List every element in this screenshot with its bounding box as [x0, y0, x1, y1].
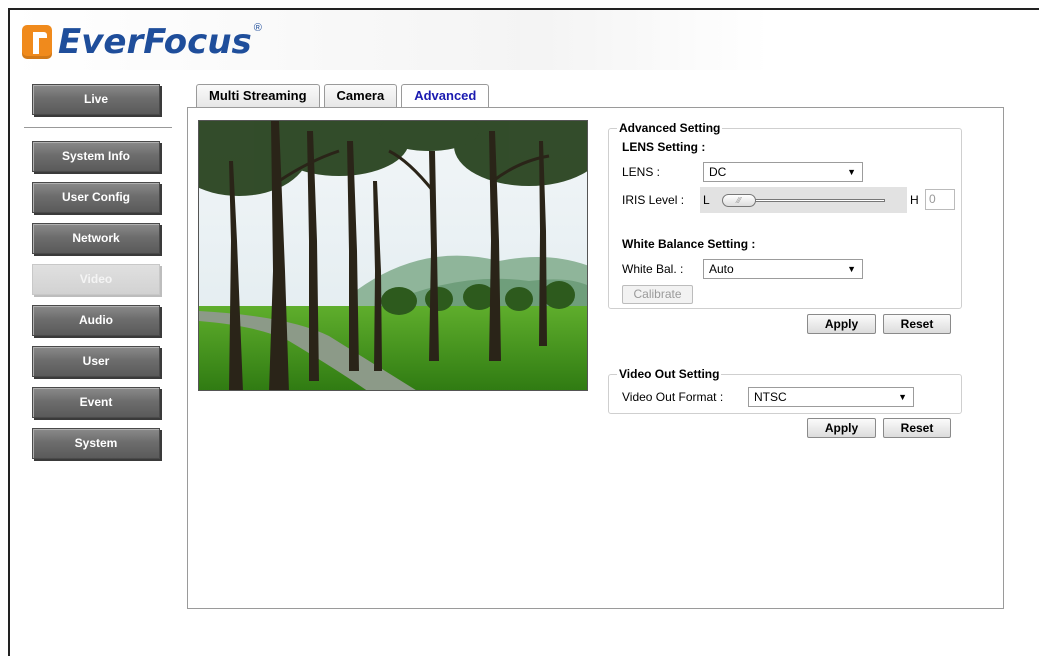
chevron-down-icon: ▼: [847, 264, 856, 274]
iris-level-label: IRIS Level :: [622, 193, 685, 207]
white-balance-select-value: Auto: [709, 262, 734, 276]
brand-name: EverFocus: [58, 22, 252, 62]
settings-tabs: Multi Streaming Camera Advanced: [196, 84, 493, 109]
advanced-apply-button[interactable]: Apply: [807, 314, 876, 334]
sidebar-divider: [24, 127, 172, 128]
lens-select[interactable]: DC ▼: [703, 162, 863, 182]
lens-setting-title: LENS Setting :: [622, 140, 706, 154]
everfocus-logo-icon: [22, 25, 52, 59]
sidebar-item-system-info[interactable]: System Info: [32, 141, 160, 172]
chevron-down-icon: ▼: [898, 392, 907, 402]
video-out-format-label: Video Out Format :: [622, 390, 724, 404]
calibrate-button[interactable]: Calibrate: [622, 285, 693, 304]
advanced-setting-legend: Advanced Setting: [619, 121, 721, 135]
sidebar-item-network[interactable]: Network: [32, 223, 160, 254]
sidebar-item-user[interactable]: User: [32, 346, 160, 377]
sidebar-item-system[interactable]: System: [32, 428, 160, 459]
video-preview: [198, 120, 588, 391]
iris-low-label: L: [703, 193, 710, 207]
tab-camera[interactable]: Camera: [323, 84, 398, 108]
white-balance-label: White Bal. :: [622, 262, 684, 276]
video-out-reset-button[interactable]: Reset: [883, 418, 951, 438]
video-out-setting-legend: Video Out Setting: [619, 367, 720, 381]
brand-logo: EverFocus ®: [22, 22, 262, 62]
tab-multi-streaming[interactable]: Multi Streaming: [196, 84, 320, 108]
white-balance-title: White Balance Setting :: [622, 237, 756, 251]
tab-advanced[interactable]: Advanced: [401, 84, 490, 109]
registered-mark: ®: [253, 22, 262, 34]
sidebar-item-audio[interactable]: Audio: [32, 305, 160, 336]
advanced-reset-button[interactable]: Reset: [883, 314, 951, 334]
iris-level-input[interactable]: 0: [925, 189, 955, 210]
iris-slider-handle[interactable]: ⁄⁄⁄: [722, 194, 756, 207]
sidebar-item-live[interactable]: Live: [32, 84, 160, 115]
lens-label: LENS :: [622, 165, 661, 179]
white-balance-select[interactable]: Auto ▼: [703, 259, 863, 279]
video-out-apply-button[interactable]: Apply: [807, 418, 876, 438]
iris-slider-track[interactable]: [740, 199, 885, 202]
video-out-format-select[interactable]: NTSC ▼: [748, 387, 914, 407]
sidebar-item-video[interactable]: Video: [32, 264, 160, 295]
video-preview-image: [199, 121, 587, 390]
iris-high-label: H: [910, 193, 919, 207]
chevron-down-icon: ▼: [847, 167, 856, 177]
sidebar-item-event[interactable]: Event: [32, 387, 160, 418]
header: EverFocus ®: [10, 10, 770, 70]
iris-slider-area: L ⁄⁄⁄: [700, 187, 907, 213]
video-out-format-value: NTSC: [754, 390, 787, 404]
lens-select-value: DC: [709, 165, 727, 179]
sidebar-item-user-config[interactable]: User Config: [32, 182, 160, 213]
